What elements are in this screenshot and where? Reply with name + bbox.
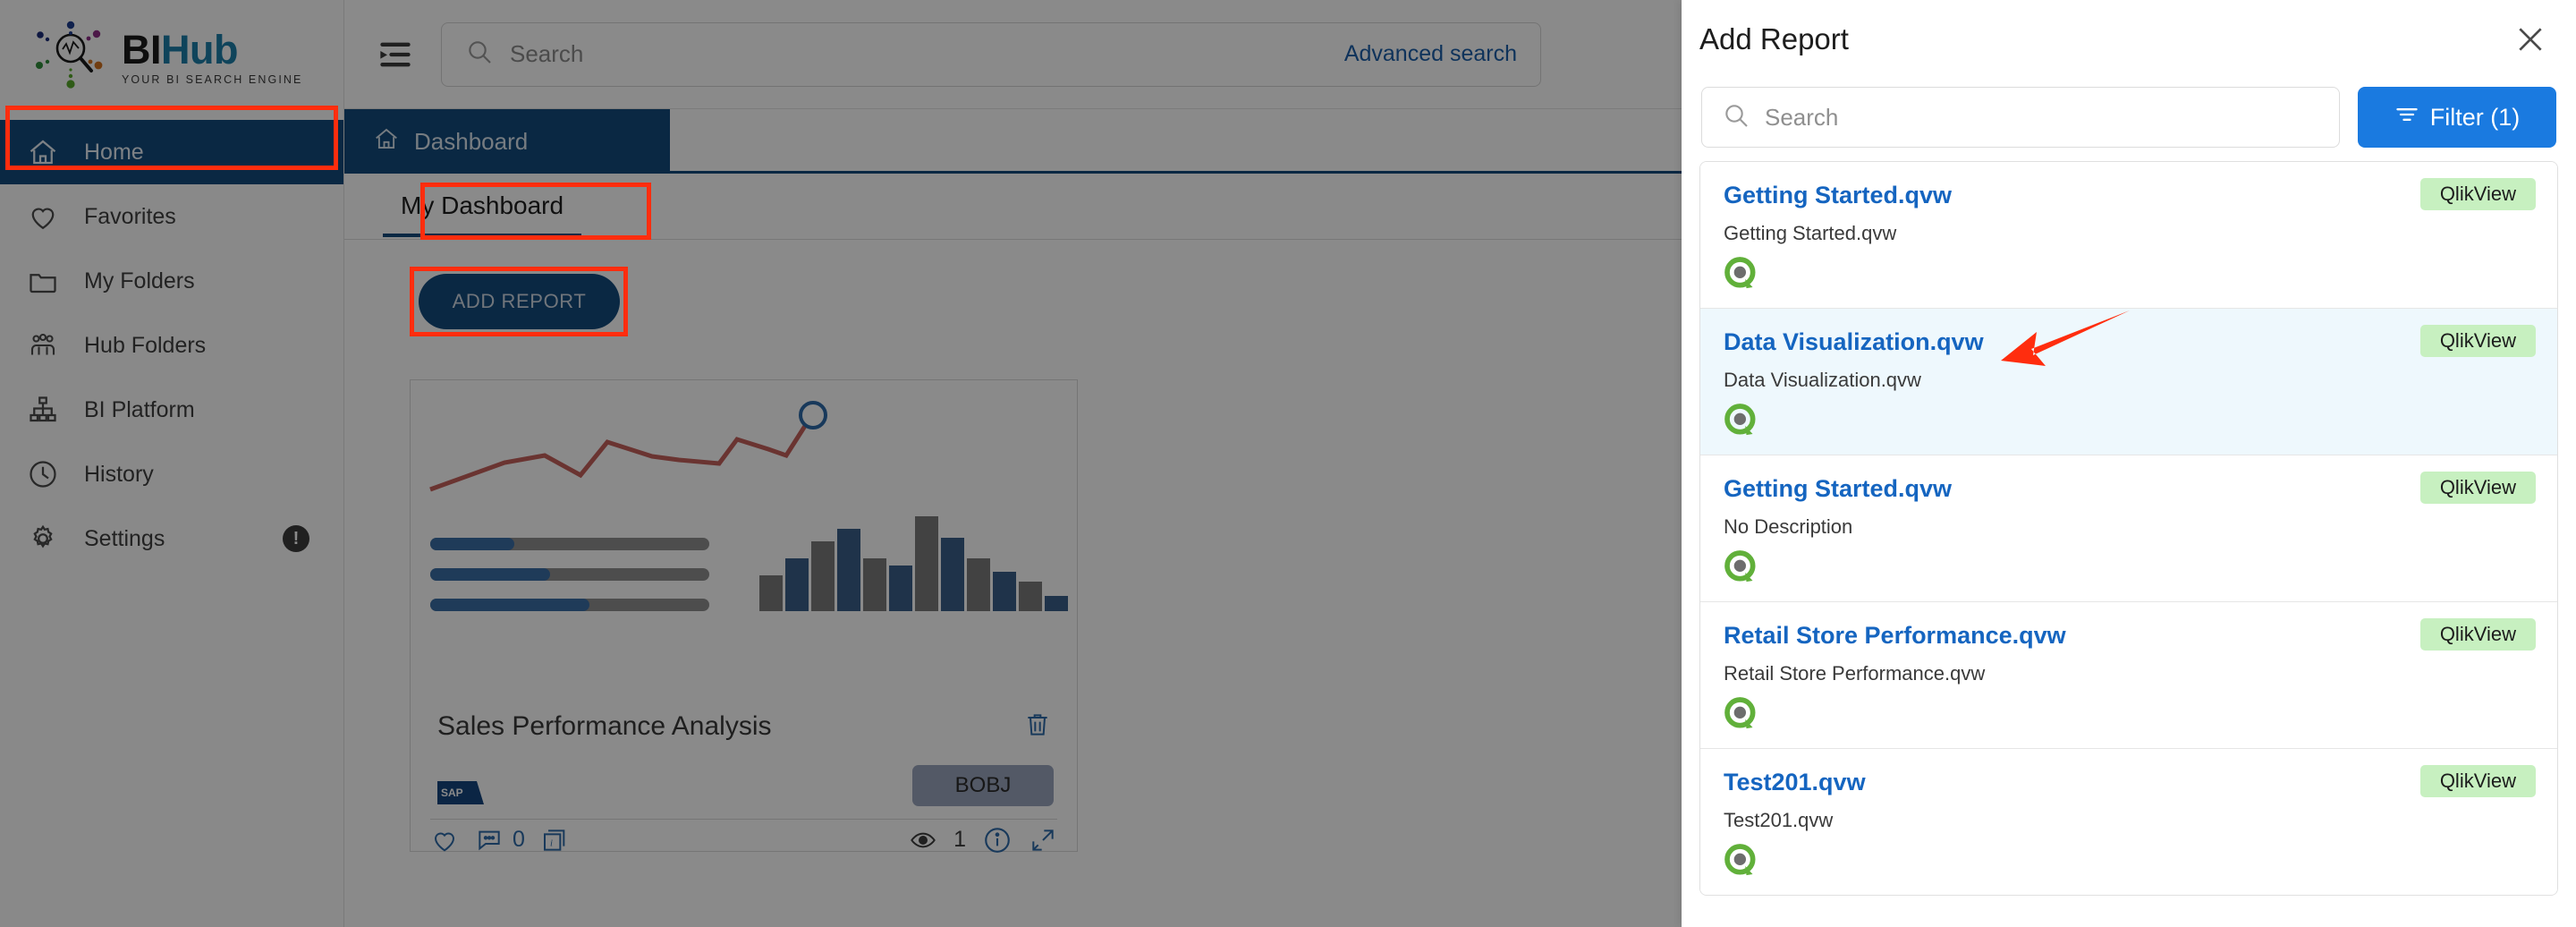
panel-search-input[interactable] [1765,103,2319,132]
report-type-badge: QlikView [2419,765,2536,797]
search-icon [1722,101,1750,134]
report-type-badge: QlikView [2419,472,2536,504]
layers-info-icon[interactable]: i [541,826,570,855]
global-search[interactable]: Advanced search [441,21,1541,87]
sidebar-item-my-folders[interactable]: My Folders [0,249,343,313]
status-badge: ! [283,525,309,552]
heart-icon[interactable] [430,826,459,855]
search-icon [465,38,494,71]
report-name[interactable]: Retail Store Performance.qvw [1724,622,2534,650]
report-card[interactable]: Sales Performance Analysis SAP BOBJ 0 i … [410,379,1078,853]
gear-icon [25,521,61,557]
panel-search-box[interactable] [1701,87,2340,148]
breadcrumb[interactable]: Dashboard [344,109,670,174]
svg-text:i: i [550,838,553,848]
sidebar: BIHub YOUR BI SEARCH ENGINE Home Favorit… [0,0,344,927]
list-item[interactable]: Test201.qvw QlikView Test201.qvw [1700,749,2557,895]
logo-hub: Hub [161,26,238,72]
eye-icon [909,826,937,855]
sidebar-item-label: Home [84,139,144,165]
report-list: Getting Started.qvw QlikView Getting Sta… [1699,161,2558,896]
report-description: Retail Store Performance.qvw [1724,662,1986,685]
app-logo[interactable]: BIHub YOUR BI SEARCH ENGINE [0,0,343,115]
expand-icon[interactable] [1029,826,1057,855]
sidebar-item-label: My Folders [84,268,195,293]
report-name[interactable]: Getting Started.qvw [1724,475,2534,503]
filter-icon [2394,102,2419,133]
add-report-panel: Add Report Filter (1 [1682,0,2576,927]
report-description: Data Visualization.qvw [1724,369,1921,391]
report-card-title: Sales Performance Analysis [437,711,772,741]
info-circle-icon[interactable] [982,825,1013,855]
sidebar-item-label: Settings [84,525,165,551]
panel-title: Add Report [1699,22,1849,55]
report-card-footer: 0 i 1 [430,819,1057,853]
logo-tagline: YOUR BI SEARCH ENGINE [122,72,303,86]
sidebar-item-settings[interactable]: Settings ! [0,506,343,571]
comment-icon[interactable] [475,826,504,855]
sidebar-item-favorites[interactable]: Favorites [0,184,343,249]
platform-badge[interactable]: BOBJ [912,765,1054,806]
report-type-badge: QlikView [2419,178,2536,210]
sidebar-item-home[interactable]: Home [0,120,343,184]
collapse-menu-icon[interactable] [371,30,419,79]
home-icon [373,125,400,158]
hierarchy-icon [25,392,61,428]
heart-icon [25,199,61,234]
sidebar-item-label: Hub Folders [84,332,207,358]
sidebar-nav: Home Favorites My Folders Hub Folders BI… [0,120,343,571]
sidebar-item-label: Favorites [84,203,176,229]
advanced-search-link[interactable]: Advanced search [1344,41,1517,67]
logo-bi: BI [122,26,162,72]
report-name[interactable]: Test201.qvw [1724,769,2534,796]
bihub-logo-mark [32,19,109,96]
report-description: No Description [1724,515,1853,538]
report-description: Getting Started.qvw [1724,222,1897,244]
qlikview-icon [1724,256,1759,292]
sap-logo: SAP [437,781,484,804]
qlikview-icon [1724,843,1759,879]
logo-wordmark: BIHub YOUR BI SEARCH ENGINE [122,30,302,86]
breadcrumb-label: Dashboard [414,127,529,155]
list-item[interactable]: Data Visualization.qvw QlikView Data Vis… [1700,309,2557,455]
folder-icon [25,263,61,299]
sidebar-item-history[interactable]: History [0,442,343,506]
add-report-button[interactable]: ADD REPORT [419,274,620,329]
list-item[interactable]: Getting Started.qvw QlikView Getting Sta… [1700,162,2557,309]
sidebar-item-hub-folders[interactable]: Hub Folders [0,313,343,378]
qlikview-icon [1724,696,1759,732]
report-type-badge: QlikView [2419,325,2536,357]
panel-search-row: Filter (1) [1682,79,2576,156]
tab-label: My Dashboard [401,191,564,219]
close-icon[interactable] [2510,19,2551,60]
report-name[interactable]: Data Visualization.qvw [1724,328,2534,356]
app-root: BIHub YOUR BI SEARCH ENGINE Home Favorit… [0,0,2576,927]
qlikview-icon [1724,403,1759,438]
panel-header: Add Report [1682,0,2576,79]
home-icon [25,134,61,170]
search-input[interactable] [510,40,1328,68]
trash-icon[interactable] [1023,710,1052,744]
comments-count: 0 [513,827,525,852]
sidebar-item-bi-platform[interactable]: BI Platform [0,378,343,442]
report-type-badge: QlikView [2419,618,2536,651]
tab-my-dashboard[interactable]: My Dashboard [383,178,582,237]
filter-button[interactable]: Filter (1) [2358,87,2556,148]
sidebar-item-label: BI Platform [84,396,195,422]
report-name[interactable]: Getting Started.qvw [1724,182,2534,209]
views-count: 1 [953,827,966,852]
svg-text:SAP: SAP [441,787,463,799]
sidebar-item-label: History [84,461,154,487]
list-item[interactable]: Getting Started.qvw QlikView No Descript… [1700,455,2557,602]
filter-button-label: Filter (1) [2429,103,2521,131]
report-thumbnail-chart [411,380,1077,701]
report-description: Test201.qvw [1724,809,1834,831]
group-icon [25,327,61,363]
qlikview-icon [1724,549,1759,585]
clock-icon [25,456,61,492]
list-item[interactable]: Retail Store Performance.qvw QlikView Re… [1700,602,2557,749]
